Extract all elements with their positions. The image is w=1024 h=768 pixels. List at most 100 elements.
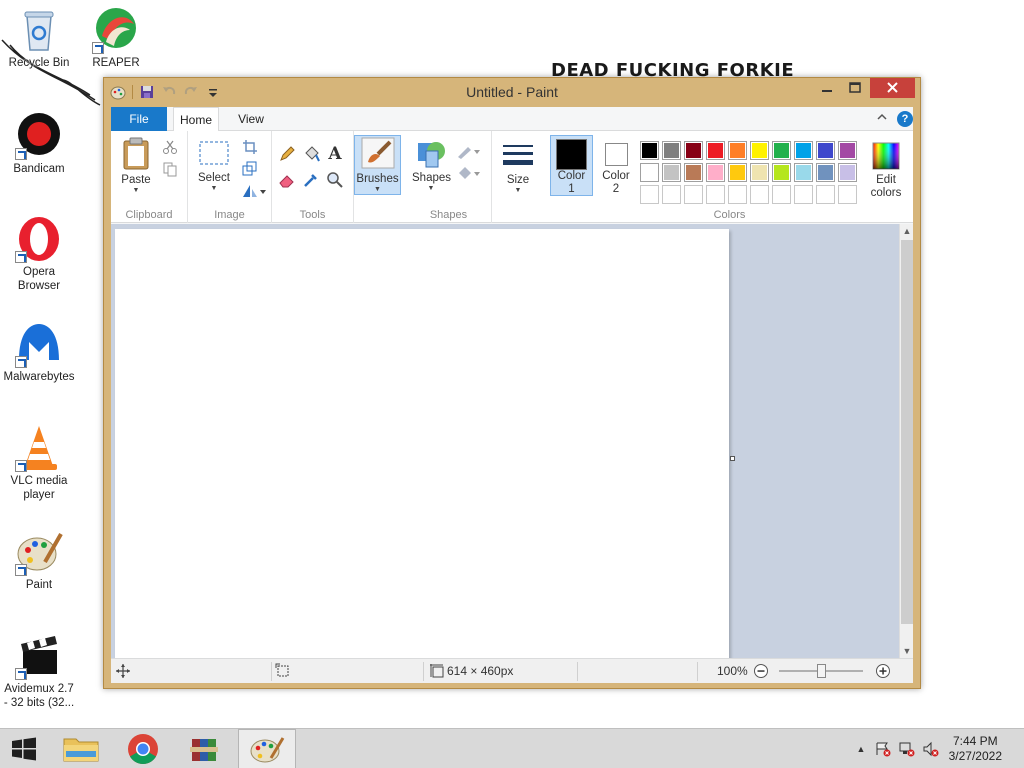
tab-home[interactable]: Home [173,107,219,132]
edit-colors-button[interactable]: Edit colors [864,141,908,200]
resize-button[interactable] [242,161,258,177]
collapse-ribbon-icon[interactable] [875,109,889,125]
shapes-button[interactable]: Shapes ▼ [412,137,451,193]
desktop-icon-label: Bandicam [13,163,65,175]
outline-button[interactable] [456,143,482,159]
volume-muted-icon[interactable] [922,741,940,757]
crop-button[interactable] [242,139,258,155]
chevron-down-icon: ▼ [427,185,435,192]
status-separator [423,662,424,681]
palette-custom-slot[interactable] [838,185,857,204]
canvas-resize-handle[interactable] [730,456,735,461]
palette-color-swatch[interactable] [750,163,769,182]
desktop-icon-paint[interactable]: Paint [1,528,77,592]
palette-color-swatch[interactable] [750,141,769,160]
zoom-out-button[interactable] [753,663,769,682]
minimize-button[interactable] [814,78,840,98]
scrollbar-thumb[interactable] [901,240,913,624]
shortcut-arrow-icon [15,148,27,160]
zoom-slider-thumb[interactable] [817,664,826,678]
taskbar-paint[interactable] [238,729,296,768]
tab-file[interactable]: File [111,107,167,131]
image-size-text: 614 × 460px [447,664,514,678]
show-hidden-icons-button[interactable]: ▲ [852,741,870,757]
maximize-button[interactable] [842,78,868,98]
desktop-icon-malwarebytes[interactable]: Malwarebytes [1,320,77,384]
desktop-icon-opera[interactable]: Opera Browser [1,215,77,293]
size-button[interactable]: Size ▼ [498,141,538,195]
palette-color-swatch[interactable] [794,163,813,182]
color1-button[interactable]: Color 1 [550,135,593,196]
copy-button[interactable] [161,161,179,177]
palette-color-swatch[interactable] [838,141,857,160]
color-spectrum-icon [872,142,900,170]
taskbar-chrome[interactable] [114,729,172,768]
magnifier-tool[interactable] [326,171,344,189]
tab-view[interactable]: View [229,107,273,131]
palette-color-swatch[interactable] [684,163,703,182]
desktop-icon-label: Avidemux 2.7 - 32 bits (32... [3,683,75,709]
brushes-button[interactable]: Brushes ▼ [354,135,401,195]
taskbar-file-explorer[interactable] [52,729,110,768]
palette-color-swatch[interactable] [772,163,791,182]
palette-color-swatch[interactable] [640,141,659,160]
desktop-icon-bandicam[interactable]: Bandicam [1,112,77,176]
help-icon[interactable]: ? [897,111,913,127]
palette-color-swatch[interactable] [706,163,725,182]
group-label-image: Image [214,209,245,221]
zoom-in-button[interactable] [875,663,891,682]
folder-icon [63,738,99,762]
drawing-canvas[interactable] [115,229,729,658]
palette-color-swatch[interactable] [640,163,659,182]
vlc-icon [15,424,63,472]
palette-color-swatch[interactable] [728,163,747,182]
taskbar-archive-app[interactable] [176,729,234,768]
scroll-up-icon[interactable]: ▲ [900,224,914,238]
color2-button[interactable]: Color 2 [596,135,636,196]
palette-custom-slot[interactable] [794,185,813,204]
palette-color-swatch[interactable] [772,141,791,160]
paste-button[interactable]: Paste ▼ [119,137,153,195]
palette-custom-slot[interactable] [772,185,791,204]
system-clock[interactable]: 7:44 PM 3/27/2022 [949,734,1002,764]
pencil-tool[interactable] [278,145,296,163]
network-icon[interactable] [898,741,916,757]
palette-color-swatch[interactable] [794,141,813,160]
desktop-icon-recycle-bin[interactable]: Recycle Bin [1,6,77,70]
vertical-scrollbar[interactable]: ▲ ▼ [899,224,913,658]
title-bar[interactable]: Untitled - Paint [104,78,920,106]
palette-custom-slot[interactable] [640,185,659,204]
palette-color-swatch[interactable] [728,141,747,160]
palette-color-swatch[interactable] [662,163,681,182]
palette-custom-slot[interactable] [728,185,747,204]
resize-icon [242,161,257,176]
color-picker-tool[interactable] [302,171,320,189]
desktop-icon-avidemux[interactable]: Avidemux 2.7 - 32 bits (32... [1,632,77,710]
palette-color-swatch[interactable] [838,163,857,182]
start-button[interactable] [0,729,48,768]
rotate-button[interactable] [240,183,266,199]
action-center-icon[interactable] [874,741,892,757]
fill-button[interactable] [456,165,482,181]
status-separator [577,662,578,681]
palette-custom-slot[interactable] [750,185,769,204]
palette-custom-slot[interactable] [684,185,703,204]
palette-custom-slot[interactable] [816,185,835,204]
text-tool[interactable]: A [326,145,344,163]
palette-color-swatch[interactable] [706,141,725,160]
palette-color-swatch[interactable] [684,141,703,160]
palette-custom-slot[interactable] [662,185,681,204]
scroll-down-icon[interactable]: ▼ [900,644,914,658]
palette-color-swatch[interactable] [816,163,835,182]
palette-custom-slot[interactable] [706,185,725,204]
close-button[interactable] [870,78,915,98]
palette-color-swatch[interactable] [816,141,835,160]
desktop-icon-reaper[interactable]: REAPER [78,6,154,70]
desktop-icon-vlc[interactable]: VLC media player [1,424,77,502]
eraser-tool[interactable] [278,171,296,189]
select-button[interactable]: Select ▼ [194,139,234,193]
cut-button[interactable] [161,139,179,155]
fill-tool[interactable] [302,145,320,163]
group-shapes: Shapes ▼ Shapes [406,131,492,223]
palette-color-swatch[interactable] [662,141,681,160]
